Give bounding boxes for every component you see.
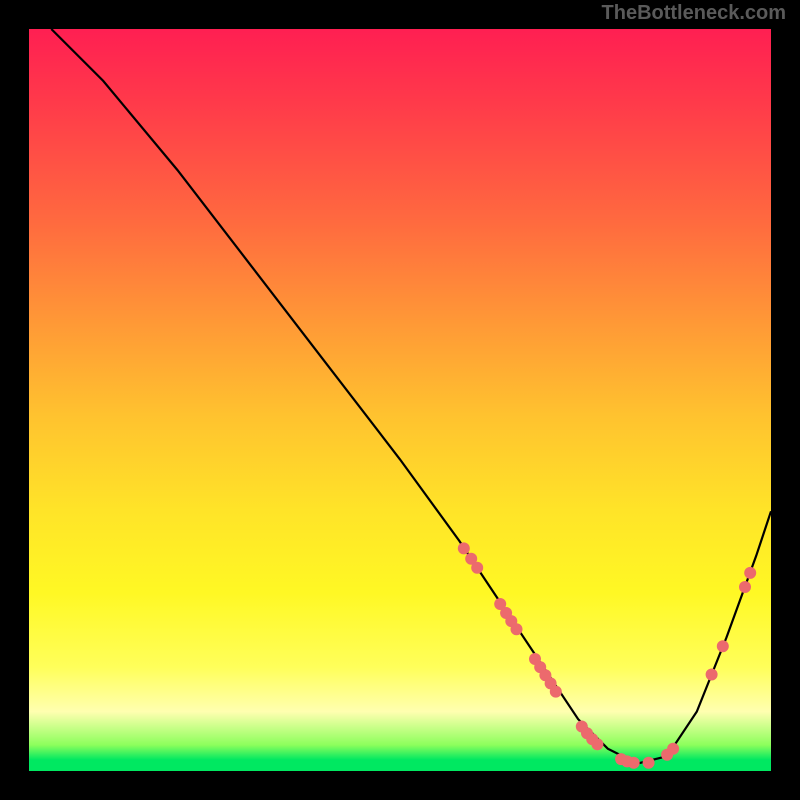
curve-markers bbox=[458, 542, 756, 768]
data-marker bbox=[667, 743, 679, 755]
chart-container: TheBottleneck.com bbox=[0, 0, 800, 800]
data-marker bbox=[739, 581, 751, 593]
plot-area bbox=[29, 29, 771, 771]
watermark-text: TheBottleneck.com bbox=[602, 2, 786, 25]
data-marker bbox=[717, 640, 729, 652]
data-marker bbox=[471, 562, 483, 574]
data-marker bbox=[643, 757, 655, 769]
curve-line bbox=[51, 29, 771, 764]
data-marker bbox=[706, 669, 718, 681]
chart-svg bbox=[29, 29, 771, 771]
data-marker bbox=[458, 542, 470, 554]
data-marker bbox=[628, 757, 640, 769]
data-marker bbox=[744, 567, 756, 579]
data-marker bbox=[550, 686, 562, 698]
data-marker bbox=[591, 738, 603, 750]
data-marker bbox=[511, 623, 523, 635]
